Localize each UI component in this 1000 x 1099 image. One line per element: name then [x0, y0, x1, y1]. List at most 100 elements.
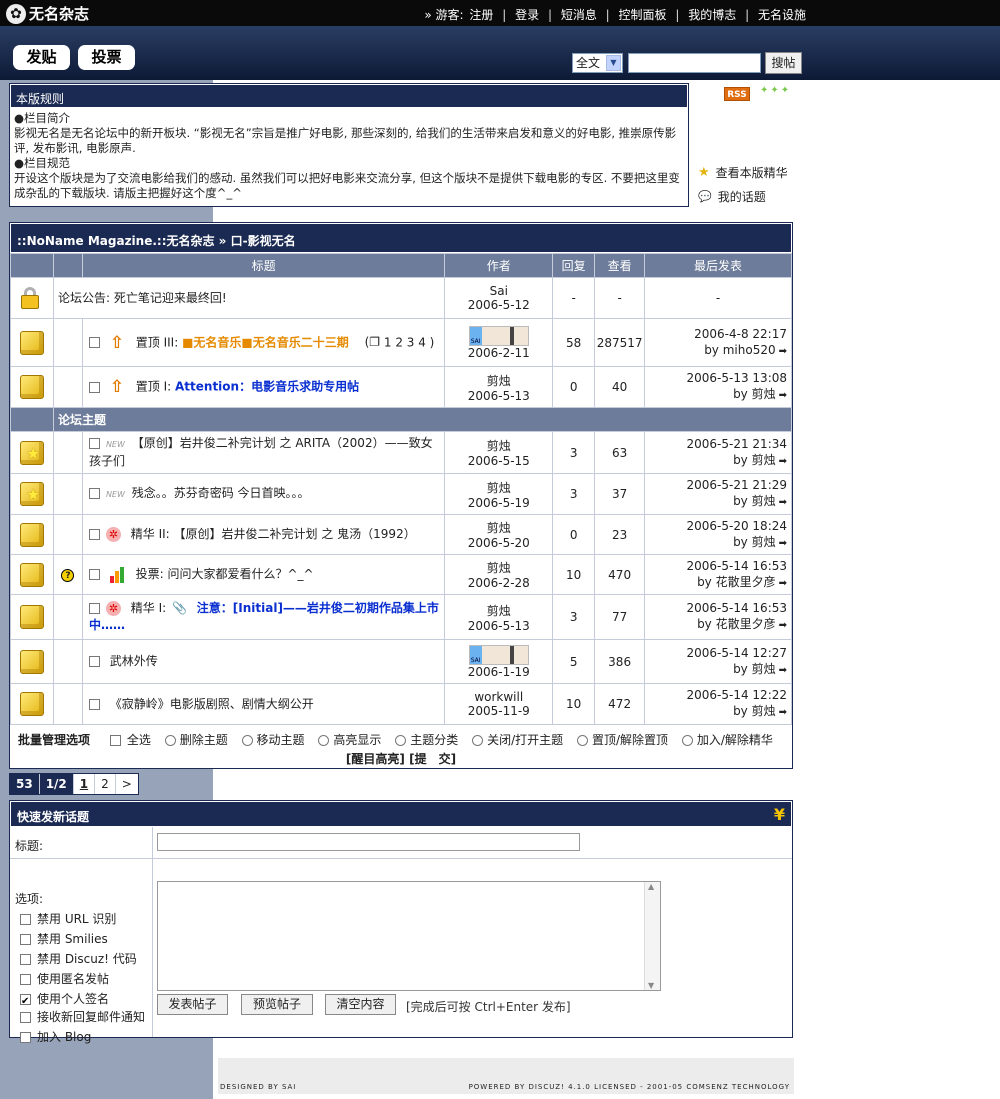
- goto-last-icon[interactable]: ➡: [779, 390, 787, 401]
- select-checkbox[interactable]: [88, 656, 100, 667]
- author-avatar[interactable]: [468, 325, 529, 346]
- email-notify-checkbox[interactable]: [20, 1012, 31, 1023]
- table-row[interactable]: ✲ 精华 I: 📎 注意：[Initial]——岩井俊二初期作品集上市中…… 剪…: [10, 594, 792, 640]
- control-panel-link[interactable]: 控制面板: [619, 8, 667, 22]
- last-post-author[interactable]: by 花散里夕彦: [697, 617, 776, 631]
- page-links[interactable]: 1 2 3 4 ): [384, 335, 434, 349]
- goto-last-icon[interactable]: ➡: [779, 578, 787, 589]
- goto-last-icon[interactable]: ➡: [779, 707, 787, 718]
- thread-title-link[interactable]: 问问大家都爱看什么？^_^: [167, 567, 313, 581]
- my-blog-link[interactable]: 我的博志: [688, 8, 736, 22]
- add-blog-checkbox[interactable]: [20, 1032, 31, 1043]
- page-1-link[interactable]: 1: [74, 774, 96, 794]
- rss-button[interactable]: RSS: [724, 87, 750, 101]
- search-input[interactable]: [628, 53, 761, 73]
- table-row[interactable]: NEW 【原创】岩井俊二补完计划 之 ARITA（2002）——致女孩子们 剪烛…: [10, 431, 792, 474]
- batch-submit-button[interactable]: [提 交]: [409, 752, 456, 766]
- select-checkbox[interactable]: [88, 438, 100, 449]
- new-post-button[interactable]: 发贴: [13, 45, 70, 70]
- my-topics-link[interactable]: 💬 我的话题: [698, 188, 766, 205]
- select-checkbox[interactable]: [88, 603, 100, 614]
- anonymous-checkbox[interactable]: [20, 974, 31, 985]
- select-all-checkbox[interactable]: [109, 735, 121, 746]
- view-digest-link[interactable]: ★ 查看本版精华: [698, 164, 788, 181]
- thread-title-link[interactable]: 武林外传: [110, 654, 158, 668]
- last-post-author[interactable]: by miho520: [704, 343, 775, 357]
- thread-title-link[interactable]: 残念。。苏芬奇密码 今日首映。。。: [132, 486, 310, 500]
- last-post-author[interactable]: by 剪烛: [733, 494, 776, 508]
- scrollbar[interactable]: [644, 882, 660, 990]
- delete-radio[interactable]: [164, 735, 176, 746]
- last-post-time[interactable]: 2006-5-14 12:22: [646, 687, 788, 703]
- author-name[interactable]: 剪烛: [446, 479, 551, 496]
- thread-title-link[interactable]: 【原创】岩井俊二补完计划 之 鬼汤（1992）: [174, 527, 416, 541]
- last-post-author[interactable]: by 剪烛: [733, 387, 776, 401]
- table-row[interactable]: NEW 残念。。苏芬奇密码 今日首映。。。 剪烛2006-5-19 3 37 2…: [10, 473, 792, 515]
- author-avatar[interactable]: [468, 644, 529, 665]
- pm-link[interactable]: 短消息: [561, 8, 597, 22]
- last-post-time[interactable]: 2006-5-14 16:53: [646, 600, 788, 616]
- highlight-radio[interactable]: [318, 735, 330, 746]
- clear-content-button[interactable]: 清空内容: [325, 994, 396, 1015]
- footer-powered-by[interactable]: POWERED BY DISCUZ! 4.1.0 LICENSED - 2001…: [469, 1083, 790, 1091]
- thread-title-link[interactable]: ■无名音乐■无名音乐二十三期: [182, 335, 349, 349]
- sticky-row[interactable]: ⇧ 置顶 I: Attention：电影音乐求助专用帖 剪烛 2006-5-13 …: [10, 366, 792, 408]
- move-radio[interactable]: [241, 735, 253, 746]
- author-name[interactable]: workwill: [446, 690, 551, 704]
- last-post-author[interactable]: by 剪烛: [733, 535, 776, 549]
- bump-highlight-button[interactable]: [醒目高亮]: [346, 752, 405, 766]
- goto-last-icon[interactable]: ➡: [779, 620, 787, 631]
- last-post-time[interactable]: 2006-5-13 13:08: [646, 370, 788, 386]
- author-name[interactable]: 剪烛: [446, 602, 551, 619]
- goto-last-icon[interactable]: ➡: [779, 538, 787, 549]
- last-post-author[interactable]: by 剪烛: [733, 662, 776, 676]
- signature-checkbox[interactable]: [20, 992, 31, 1012]
- table-row[interactable]: ? 投票: 问问大家都爱看什么？^_^ 剪烛 2006-2-28 10 470 2…: [10, 554, 792, 595]
- last-post-time[interactable]: 2006-5-20 18:24: [646, 518, 788, 534]
- table-row[interactable]: 《寂静岭》电影版剧照、剧情大纲公开 workwill 2005-11-9 10 4…: [10, 683, 792, 725]
- new-poll-button[interactable]: 投票: [78, 45, 135, 70]
- disable-smilies-checkbox[interactable]: [20, 934, 31, 945]
- last-post-author[interactable]: by 花散里夕彦: [697, 575, 776, 589]
- subject-input[interactable]: [157, 833, 580, 851]
- author-name[interactable]: 剪烛: [446, 437, 551, 454]
- goto-last-icon[interactable]: ➡: [779, 497, 787, 508]
- last-post-time[interactable]: 2006-5-21 21:34: [646, 436, 788, 452]
- last-post-time[interactable]: 2006-5-14 12:27: [646, 645, 788, 661]
- submit-post-button[interactable]: 发表帖子: [157, 994, 228, 1015]
- nameless-settings-link[interactable]: 无名设施: [758, 8, 806, 22]
- select-checkbox[interactable]: [88, 488, 100, 499]
- thread-title-link[interactable]: Attention：电影音乐求助专用帖: [175, 380, 359, 394]
- preview-post-button[interactable]: 预览帖子: [241, 994, 313, 1015]
- disable-discuz-code-checkbox[interactable]: [20, 954, 31, 965]
- close-open-radio[interactable]: [472, 735, 484, 746]
- register-link[interactable]: 注册: [469, 8, 493, 22]
- select-checkbox[interactable]: [88, 337, 100, 348]
- select-checkbox[interactable]: [88, 529, 100, 540]
- author-name[interactable]: 剪烛: [446, 519, 551, 536]
- site-logo[interactable]: ✿ 无名杂志: [6, 3, 89, 24]
- last-post-author[interactable]: by 剪烛: [733, 453, 776, 467]
- next-page-link[interactable]: >: [116, 774, 138, 794]
- thread-title-link[interactable]: 《寂静岭》电影版剧照、剧情大纲公开: [110, 697, 314, 711]
- sticky-radio[interactable]: [576, 735, 588, 746]
- thread-title-link[interactable]: 【原创】岩井俊二补完计划 之 ARITA（2002）——致女孩子们: [89, 436, 433, 468]
- author-name[interactable]: 剪烛: [446, 559, 551, 576]
- table-row[interactable]: ✲ 精华 II: 【原创】岩井俊二补完计划 之 鬼汤（1992） 剪烛 2006-…: [10, 514, 792, 555]
- announcement-title[interactable]: 论坛公告: 死亡笔记迎来最终回!: [58, 291, 227, 305]
- last-post-time[interactable]: 2006-4-8 22:17: [646, 326, 787, 342]
- goto-last-icon[interactable]: ➡: [779, 456, 787, 467]
- goto-last-icon[interactable]: ➡: [779, 665, 787, 676]
- login-link[interactable]: 登录: [515, 8, 539, 22]
- goto-last-icon[interactable]: ➡: [779, 346, 787, 357]
- last-post-author[interactable]: by 剪烛: [733, 704, 776, 718]
- table-row[interactable]: 武林外传 2006-1-19 5 386 2006-5-14 12:27by 剪…: [10, 639, 792, 684]
- select-checkbox[interactable]: [88, 381, 100, 393]
- message-textarea[interactable]: [157, 881, 661, 991]
- select-checkbox[interactable]: [88, 569, 100, 580]
- search-button[interactable]: 搜帖: [765, 52, 802, 74]
- classify-radio[interactable]: [395, 735, 407, 746]
- author-name[interactable]: Sai: [446, 284, 551, 298]
- disable-url-checkbox[interactable]: [20, 914, 31, 925]
- announcement-row[interactable]: 论坛公告: 死亡笔记迎来最终回! Sai 2006-5-12 - - -: [10, 277, 792, 319]
